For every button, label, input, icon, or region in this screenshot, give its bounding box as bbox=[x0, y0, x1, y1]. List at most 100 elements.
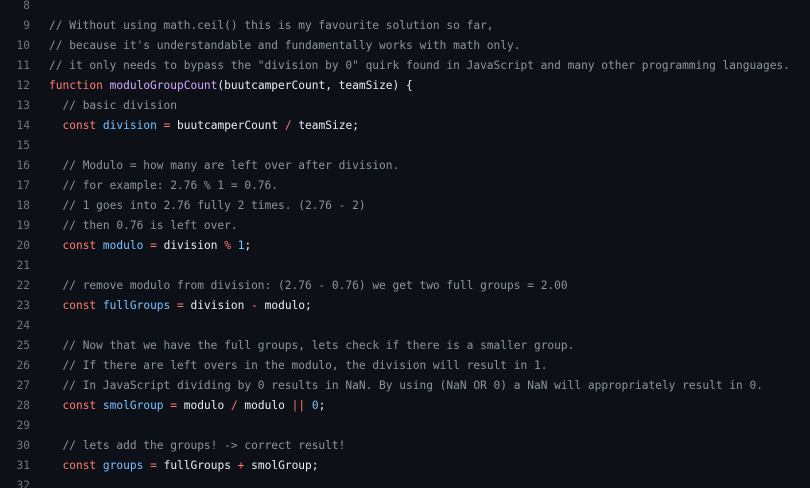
code-token-comment: // lets add the groups! -> correct resul… bbox=[62, 439, 346, 452]
code-token-op: = bbox=[150, 239, 157, 252]
code-content bbox=[30, 416, 49, 436]
code-token-text: teamSize; bbox=[291, 119, 359, 132]
code-content: function moduloGroupCount(buutcamperCoun… bbox=[30, 76, 413, 96]
code-token-const: fullGroups bbox=[102, 299, 171, 312]
line-number: 28 bbox=[16, 399, 30, 412]
code-content: // Modulo = how many are left over after… bbox=[30, 156, 399, 176]
code-content: // basic division bbox=[30, 96, 177, 116]
code-viewer: 8 9 // Without using math.ceil() this is m… bbox=[0, 0, 810, 488]
code-token-const: 0 bbox=[311, 399, 319, 412]
line-number: 8 bbox=[23, 0, 30, 12]
code-token-comment: // for example: 2.76 % 1 = 0.76. bbox=[62, 179, 279, 192]
line-number: 26 bbox=[16, 359, 30, 372]
code-content: // lets add the groups! -> correct resul… bbox=[30, 436, 345, 456]
code-token-text: modulo; bbox=[257, 299, 312, 312]
code-content: const smolGroup = modulo / modulo || 0; bbox=[30, 396, 325, 416]
code-token-text: modulo bbox=[237, 399, 292, 412]
code-line: 17 // for example: 2.76 % 1 = 0.76. bbox=[0, 176, 810, 196]
code-line: 26 // If there are left overs in the mod… bbox=[0, 356, 810, 376]
line-number: 11 bbox=[16, 59, 30, 72]
code-token-text: (buutcamperCount, teamSize) { bbox=[217, 79, 413, 92]
line-number: 14 bbox=[16, 119, 30, 132]
code-token-op: % bbox=[224, 239, 231, 252]
code-lines: 8 9 // Without using math.ceil() this is m… bbox=[0, 0, 810, 488]
code-line: 28 const smolGroup = modulo / modulo || … bbox=[0, 396, 810, 416]
code-line: 24 bbox=[0, 316, 810, 336]
code-token-text: division bbox=[156, 239, 225, 252]
code-line: 32 bbox=[0, 476, 810, 488]
code-token-const: groups bbox=[102, 459, 144, 472]
code-content: // In JavaScript dividing by 0 results i… bbox=[30, 376, 763, 396]
code-token-comment: // 1 goes into 2.76 fully 2 times. (2.76… bbox=[62, 199, 366, 212]
code-content: const fullGroups = division - modulo; bbox=[30, 296, 312, 316]
code-line: 12 function moduloGroupCount(buutcamperCo… bbox=[0, 76, 810, 96]
code-content bbox=[30, 136, 49, 156]
code-line: 15 bbox=[0, 136, 810, 156]
line-number: 9 bbox=[23, 19, 30, 32]
code-token-keyword: const bbox=[62, 459, 97, 472]
line-number: 21 bbox=[16, 259, 30, 272]
code-token-text: smolGroup; bbox=[244, 459, 319, 472]
code-token-fn: moduloGroupCount bbox=[109, 79, 218, 92]
code-token-comment: // because it's understandable and funda… bbox=[49, 39, 521, 52]
code-token-op: = bbox=[177, 299, 184, 312]
line-number: 18 bbox=[16, 199, 30, 212]
code-token-op: - bbox=[251, 299, 258, 312]
code-line: 29 bbox=[0, 416, 810, 436]
code-token-comment: // it only needs to bypass the "division… bbox=[49, 59, 790, 72]
code-content: // it only needs to bypass the "division… bbox=[30, 56, 790, 76]
code-token-comment: // Modulo = how many are left over after… bbox=[62, 159, 400, 172]
code-line: 8 bbox=[0, 0, 810, 16]
code-content bbox=[30, 0, 49, 16]
code-content: // Now that we have the full groups, let… bbox=[30, 336, 574, 356]
code-content: // then 0.76 is left over. bbox=[30, 216, 238, 236]
code-line: 19 // then 0.76 is left over. bbox=[0, 216, 810, 236]
line-number: 27 bbox=[16, 379, 30, 392]
code-line: 13 // basic division bbox=[0, 96, 810, 116]
code-token-const: modulo bbox=[102, 239, 144, 252]
code-token-keyword: function bbox=[49, 79, 103, 92]
line-number: 24 bbox=[16, 319, 30, 332]
code-content: const division = buutcamperCount / teamS… bbox=[30, 116, 359, 136]
code-token-comment: // Now that we have the full groups, let… bbox=[62, 339, 575, 352]
code-token-op: = bbox=[150, 459, 157, 472]
code-content: const modulo = division % 1; bbox=[30, 236, 251, 256]
line-number: 16 bbox=[16, 159, 30, 172]
code-line: 25 // Now that we have the full groups, … bbox=[0, 336, 810, 356]
code-content: const groups = fullGroups + smolGroup; bbox=[30, 456, 319, 476]
code-token-keyword: const bbox=[62, 239, 97, 252]
line-number: 15 bbox=[16, 139, 30, 152]
code-token-text: fullGroups bbox=[156, 459, 238, 472]
code-token-comment: // If there are left overs in the modulo… bbox=[62, 359, 548, 372]
line-number: 20 bbox=[16, 239, 30, 252]
code-token-comment: // remove modulo from division: (2.76 - … bbox=[62, 279, 568, 292]
code-content bbox=[30, 476, 49, 488]
code-line: 9 // Without using math.ceil() this is my… bbox=[0, 16, 810, 36]
code-token-const: division bbox=[102, 119, 157, 132]
line-number: 30 bbox=[16, 439, 30, 452]
code-token-op: / bbox=[230, 399, 238, 412]
code-token-op: || bbox=[291, 399, 306, 412]
line-number: 13 bbox=[16, 99, 30, 112]
code-token-comment: // then 0.76 is left over. bbox=[62, 219, 238, 232]
line-number: 25 bbox=[16, 339, 30, 352]
line-number: 31 bbox=[16, 459, 30, 472]
line-number: 32 bbox=[16, 479, 30, 488]
